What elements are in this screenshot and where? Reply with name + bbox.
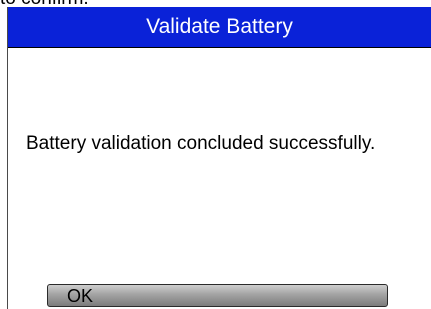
screen: to confirm. Validate Battery Battery val… [0,0,431,309]
dialog-title: Validate Battery [146,15,293,38]
ok-button[interactable]: OK [47,284,388,307]
ok-button-label: OK [67,286,94,306]
dialog-message: Battery validation concluded successfull… [26,133,376,154]
dialog-title-bar: Validate Battery [8,7,431,48]
validate-battery-dialog: Validate Battery Battery validation conc… [7,7,431,309]
